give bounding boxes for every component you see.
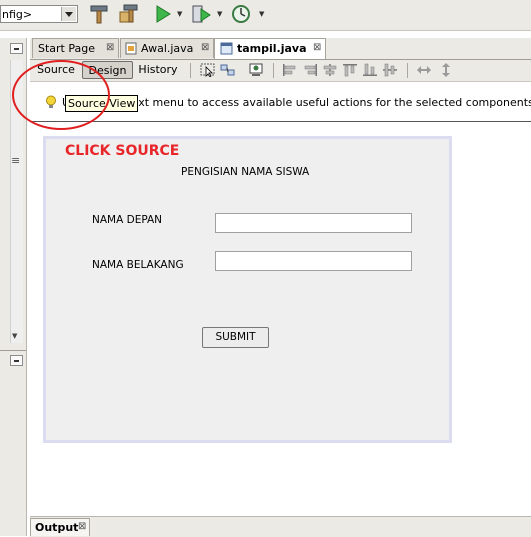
tab-start-page[interactable]: Start Page ⊠ xyxy=(32,38,119,58)
toolbar-separator xyxy=(407,63,408,78)
vertical-resize-icon[interactable] xyxy=(438,63,454,77)
minimize-panel-icon[interactable] xyxy=(10,43,23,54)
last-name-field[interactable] xyxy=(215,251,412,271)
java-file-icon xyxy=(125,42,137,55)
profile-dropdown-icon[interactable]: ▼ xyxy=(259,10,266,18)
close-icon[interactable]: ⊠ xyxy=(106,42,114,53)
build-icon[interactable] xyxy=(118,3,140,25)
configuration-value: nfig> xyxy=(2,8,33,21)
preview-design-icon[interactable] xyxy=(248,63,264,77)
toolbar-separator xyxy=(190,63,191,78)
close-icon[interactable]: ⊠ xyxy=(78,521,86,532)
designer-toolbar: Source Design History xyxy=(30,60,531,82)
toolbar-separator xyxy=(273,63,274,78)
form-file-icon xyxy=(220,42,233,55)
form-title-label[interactable]: PENGISIAN NAMA SISWA xyxy=(181,166,309,178)
click-source-annotation: CLICK SOURCE xyxy=(65,143,180,159)
align-top-icon[interactable] xyxy=(342,63,358,77)
tab-label: tampil.java xyxy=(237,42,307,55)
first-name-label[interactable]: NAMA DEPAN xyxy=(92,214,162,226)
run-icon[interactable] xyxy=(152,3,174,25)
tab-awal-java[interactable]: Awal.java ⊠ xyxy=(120,38,214,58)
output-tab-label: Output xyxy=(35,521,79,534)
center-vertically-icon[interactable] xyxy=(382,63,398,77)
annotation-circle xyxy=(12,60,110,130)
last-name-label[interactable]: NAMA BELAKANG xyxy=(92,259,184,271)
align-left-icon[interactable] xyxy=(282,63,298,77)
selection-mode-icon[interactable] xyxy=(200,63,216,77)
tab-label: Awal.java xyxy=(141,42,194,55)
close-icon[interactable]: ⊠ xyxy=(201,42,209,53)
align-right-icon[interactable] xyxy=(302,63,318,77)
main-toolbar: nfig> ▼ ▼ ▼ xyxy=(0,0,531,31)
chevron-down-icon[interactable] xyxy=(61,7,76,21)
debug-dropdown-icon[interactable]: ▼ xyxy=(217,10,224,18)
debug-icon[interactable] xyxy=(190,3,212,25)
profile-icon[interactable] xyxy=(230,3,252,25)
connection-mode-icon[interactable] xyxy=(220,63,236,77)
center-horizontally-icon[interactable] xyxy=(322,63,338,77)
scroll-grip-icon[interactable]: ≡ xyxy=(11,154,20,167)
output-tab[interactable]: Output ⊠ xyxy=(30,518,90,536)
panel-divider xyxy=(0,350,26,351)
jframe-design-canvas[interactable] xyxy=(43,136,452,443)
clean-build-icon[interactable] xyxy=(88,3,110,25)
editor-tab-row: Start Page ⊠ Awal.java ⊠ tampil.java ⊠ xyxy=(30,38,531,60)
scroll-down-icon[interactable]: ▼ xyxy=(12,332,17,340)
minimize-lower-panel-icon[interactable] xyxy=(10,355,23,366)
bottom-panel-strip xyxy=(30,516,531,537)
submit-button[interactable]: SUBMIT xyxy=(202,327,269,348)
close-icon[interactable]: ⊠ xyxy=(313,42,321,53)
configuration-combo[interactable]: nfig> xyxy=(0,5,78,23)
tab-tampil-java[interactable]: tampil.java ⊠ xyxy=(214,38,326,59)
first-name-field[interactable] xyxy=(215,213,412,233)
horizontal-resize-icon[interactable] xyxy=(416,63,432,77)
run-dropdown-icon[interactable]: ▼ xyxy=(177,10,184,18)
align-bottom-icon[interactable] xyxy=(362,63,378,77)
history-view-button[interactable]: History xyxy=(134,61,182,79)
tab-label: Start Page xyxy=(38,42,95,55)
